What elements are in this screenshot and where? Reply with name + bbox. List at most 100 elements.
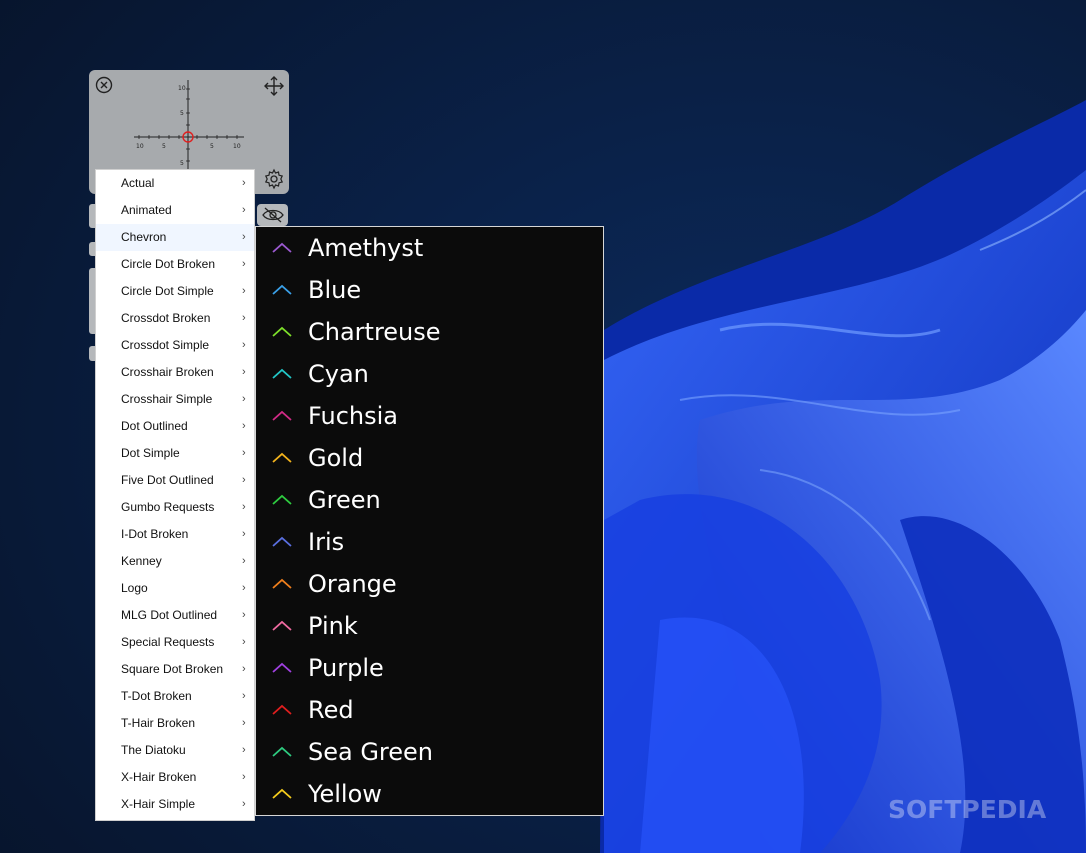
chevron-right-icon: › (242, 744, 246, 756)
chevron-right-icon: › (242, 366, 246, 378)
chevron-right-icon: › (242, 420, 246, 432)
chevron-right-icon: › (242, 339, 246, 351)
chevron-right-icon: › (242, 582, 246, 594)
menu-item[interactable]: Special Requests › (96, 629, 254, 656)
menu-item-label: X-Hair Broken (121, 770, 197, 784)
menu-item[interactable]: Kenney › (96, 548, 254, 575)
menu-item-label: Crossdot Simple (121, 338, 210, 352)
menu-item-label: Kenney (121, 554, 162, 568)
chevron-right-icon: › (242, 636, 246, 648)
color-option-label: Purple (308, 654, 384, 682)
color-option[interactable]: Orange (256, 563, 603, 605)
color-option[interactable]: Chartreuse (256, 311, 603, 353)
menu-item-label: MLG Dot Outlined (121, 608, 218, 622)
tick-label: 5 (162, 143, 166, 150)
menu-item-label: T-Dot Broken (121, 689, 192, 703)
color-option-label: Cyan (308, 360, 369, 388)
chevron-right-icon: › (242, 609, 246, 621)
menu-item[interactable]: Crosshair Simple › (96, 386, 254, 413)
chevron-right-icon: › (242, 204, 246, 216)
tick-label: 10 (178, 85, 186, 92)
menu-item-label: I-Dot Broken (121, 527, 189, 541)
chevron-right-icon: › (242, 771, 246, 783)
menu-item[interactable]: The Diatoku › (96, 737, 254, 764)
menu-item[interactable]: Crossdot Broken › (96, 305, 254, 332)
menu-item[interactable]: I-Dot Broken › (96, 521, 254, 548)
menu-item[interactable]: Five Dot Outlined › (96, 467, 254, 494)
menu-item[interactable]: Gumbo Requests › (96, 494, 254, 521)
gear-icon[interactable] (263, 168, 285, 190)
menu-item[interactable]: Dot Simple › (96, 440, 254, 467)
color-option-label: Fuchsia (308, 402, 398, 430)
color-option[interactable]: Iris (256, 521, 603, 563)
chevron-up-icon (272, 620, 292, 631)
color-option[interactable]: Blue (256, 269, 603, 311)
color-option-label: Yellow (308, 780, 382, 808)
color-option[interactable]: Yellow (256, 773, 603, 815)
menu-item-label: Crosshair Broken (121, 365, 214, 379)
chevron-right-icon: › (242, 798, 246, 810)
menu-item[interactable]: Crosshair Broken › (96, 359, 254, 386)
menu-item[interactable]: MLG Dot Outlined › (96, 602, 254, 629)
menu-item-label: Special Requests (121, 635, 215, 649)
color-option-label: Iris (308, 528, 345, 556)
color-option-label: Green (308, 486, 381, 514)
chevron-right-icon: › (242, 447, 246, 459)
menu-item[interactable]: Chevron › (96, 224, 254, 251)
chevron-right-icon: › (242, 663, 246, 675)
menu-item-label: Five Dot Outlined (121, 473, 214, 487)
color-option[interactable]: Purple (256, 647, 603, 689)
menu-item[interactable]: Animated › (96, 197, 254, 224)
eye-off-icon (262, 207, 284, 223)
menu-item-label: Dot Outlined (121, 419, 188, 433)
tick-label: 10 (136, 143, 144, 150)
menu-item-label: Animated (121, 203, 172, 217)
menu-item-label: Actual (121, 176, 155, 190)
menu-item[interactable]: Circle Dot Simple › (96, 278, 254, 305)
chevron-up-icon (272, 452, 292, 463)
menu-item[interactable]: Square Dot Broken › (96, 656, 254, 683)
chevron-up-icon (272, 704, 292, 715)
menu-item[interactable]: X-Hair Broken › (96, 764, 254, 791)
menu-item[interactable]: T-Dot Broken › (96, 683, 254, 710)
tick-label: 10 (233, 143, 241, 150)
color-option[interactable]: Pink (256, 605, 603, 647)
close-icon[interactable] (95, 76, 113, 94)
tick-label: 5 (180, 160, 184, 167)
menu-item[interactable]: X-Hair Simple › (96, 791, 254, 818)
visibility-toggle-button[interactable] (257, 204, 288, 226)
color-option[interactable]: Red (256, 689, 603, 731)
menu-item[interactable]: Actual › (96, 170, 254, 197)
menu-item-label: Crossdot Broken (121, 311, 211, 325)
color-option[interactable]: Gold (256, 437, 603, 479)
color-option-label: Red (308, 696, 354, 724)
menu-item-label: Crosshair Simple (121, 392, 213, 406)
crosshair-category-menu: Actual › Animated › Chevron › Circle Dot Broke… (95, 169, 255, 821)
chevron-color-submenu: Amethyst Blue Chartreuse Cyan Fuchsia Gold Gre… (255, 226, 604, 816)
color-option[interactable]: Amethyst (256, 227, 603, 269)
color-option-label: Amethyst (308, 234, 424, 262)
menu-item[interactable]: Logo › (96, 575, 254, 602)
chevron-right-icon: › (242, 690, 246, 702)
color-option[interactable]: Cyan (256, 353, 603, 395)
color-option-label: Blue (308, 276, 362, 304)
chevron-right-icon: › (242, 717, 246, 729)
chevron-up-icon (272, 536, 292, 547)
color-option[interactable]: Fuchsia (256, 395, 603, 437)
menu-item-label: Gumbo Requests (121, 500, 215, 514)
menu-item-label: T-Hair Broken (121, 716, 196, 730)
chevron-right-icon: › (242, 501, 246, 513)
menu-item[interactable]: T-Hair Broken › (96, 710, 254, 737)
menu-item-label: Dot Simple (121, 446, 180, 460)
tick-label: 5 (180, 110, 184, 117)
chevron-right-icon: › (242, 555, 246, 567)
menu-item[interactable]: Crossdot Simple › (96, 332, 254, 359)
move-icon[interactable] (263, 75, 285, 97)
menu-item[interactable]: Dot Outlined › (96, 413, 254, 440)
chevron-up-icon (272, 368, 292, 379)
chevron-up-icon (272, 746, 292, 757)
color-option[interactable]: Green (256, 479, 603, 521)
color-option[interactable]: Sea Green (256, 731, 603, 773)
menu-item[interactable]: Circle Dot Broken › (96, 251, 254, 278)
menu-item-label: Square Dot Broken (121, 662, 224, 676)
